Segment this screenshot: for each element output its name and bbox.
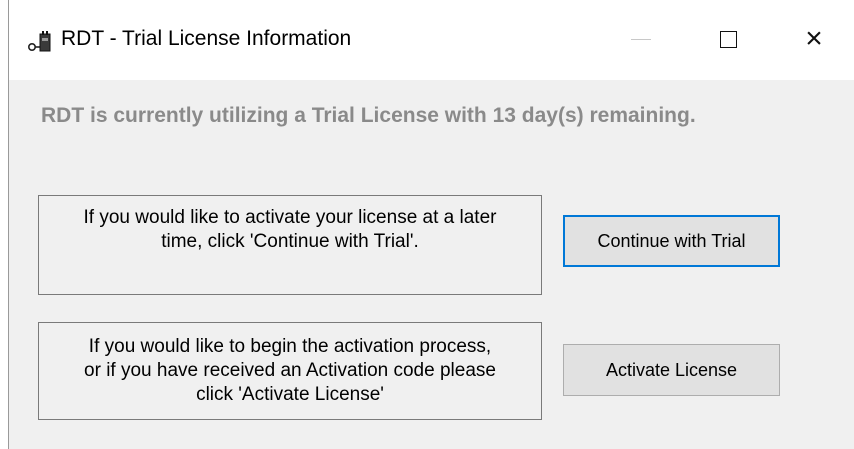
continue-trial-info-box: If you would like to activate your licen… [38,195,542,295]
license-dialog: RDT - Trial License Information × RDT is… [8,0,854,449]
close-button[interactable]: × [782,12,846,66]
window-title: RDT - Trial License Information [61,27,352,50]
continue-with-trial-button[interactable]: Continue with Trial [563,215,780,267]
minimize-button[interactable] [609,12,673,66]
activate-license-info-line-1: If you would like to begin the activatio… [88,336,492,357]
key-plug-icon [27,28,53,54]
activate-license-button[interactable]: Activate License [563,344,780,396]
close-icon: × [805,22,823,55]
activate-license-info-box: If you would like to begin the activatio… [38,322,542,420]
maximize-icon [719,30,737,48]
title-bar[interactable]: RDT - Trial License Information × [9,0,854,80]
continue-trial-info-line-2: time, click 'Continue with Trial'. [161,231,419,252]
continue-trial-info-line-1: If you would like to activate your licen… [83,207,497,228]
minimize-icon [631,38,651,40]
activate-license-info-line-3: click 'Activate License' [196,384,384,405]
trial-status-message: RDT is currently utilizing a Trial Licen… [41,104,696,127]
maximize-button[interactable] [696,12,760,66]
activate-license-info-line-2: or if you have received an Activation co… [84,360,496,381]
